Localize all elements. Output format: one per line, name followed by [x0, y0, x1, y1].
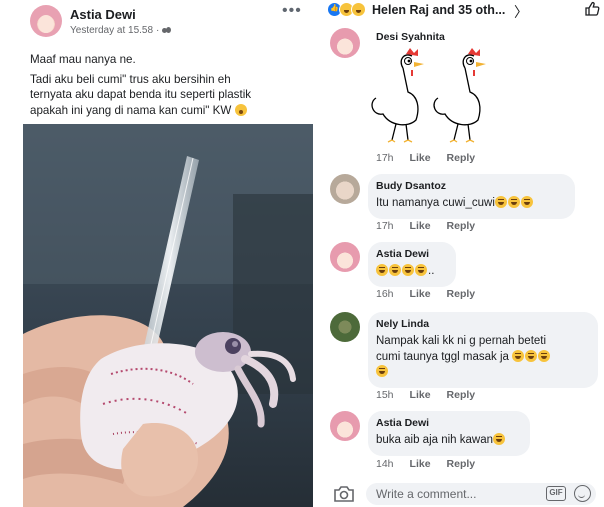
- wow-reaction-icon: [351, 2, 366, 17]
- post-timestamp[interactable]: Yesterday at 15.58: [70, 25, 153, 36]
- laughing-emoji-icon: [376, 365, 388, 377]
- comment-text-line: Nampak kali kk ni g pernah beteti: [376, 335, 547, 347]
- comment-text-content: buka aib aja nih kawan: [376, 434, 493, 446]
- reply-button[interactable]: Reply: [447, 389, 476, 401]
- post-text-line: Maaf mau nanya ne.: [30, 53, 136, 66]
- reactions-summary[interactable]: Helen Raj and 35 oth...: [372, 3, 505, 17]
- laughing-emoji-icon: [525, 349, 538, 362]
- comment-item: Budy Dsantoz Itu namanya cuwi_cuwi 17h L…: [318, 174, 604, 234]
- comment-text-content: ..: [428, 265, 435, 277]
- post-text-line: Tadi aku beli cumi" trus aku bersihin eh: [30, 72, 231, 86]
- comments-panel: Helen Raj and 35 oth... 〉 Desi Syahnita: [318, 0, 604, 507]
- comment-text-line: [376, 365, 588, 381]
- reply-button[interactable]: Reply: [447, 152, 476, 164]
- comment-input-placeholder: Write a comment...: [376, 487, 477, 501]
- laughing-emoji-icon: [494, 196, 507, 208]
- more-options-button[interactable]: •••: [282, 2, 302, 20]
- comment-actions: 17h Like Reply: [376, 152, 475, 164]
- commenter-name[interactable]: Desi Syahnita: [376, 31, 445, 43]
- post-text-line: apakah ini yang di nama kan cumi" KW: [30, 103, 315, 119]
- laughing-emoji-icon: [415, 264, 427, 276]
- post-photo[interactable]: [23, 124, 313, 507]
- like-outline-icon[interactable]: [584, 1, 600, 17]
- commenter-name[interactable]: Astia Dewi: [376, 417, 520, 429]
- laughing-emoji-icon: [389, 264, 401, 276]
- reply-button[interactable]: Reply: [447, 458, 476, 470]
- like-button[interactable]: Like: [410, 152, 431, 164]
- gif-icon[interactable]: GIF: [546, 486, 566, 501]
- reaction-icons: [327, 2, 366, 17]
- post-text: Maaf mau nanya ne. Tadi aku beli cumi" t…: [30, 52, 315, 118]
- comment-time[interactable]: 17h: [376, 152, 394, 164]
- commenter-avatar[interactable]: [330, 411, 360, 441]
- laughing-emoji-icon: [376, 264, 388, 276]
- comment-item: Astia Dewi buka aib aja nih kawan 14h Li…: [318, 411, 604, 471]
- comment-bubble: Budy Dsantoz Itu namanya cuwi_cuwi: [368, 174, 575, 219]
- meta-separator: ·: [156, 25, 160, 36]
- author-avatar[interactable]: [30, 5, 62, 37]
- laughing-emoji-icon: [538, 349, 551, 362]
- laughing-emoji-icon: [520, 196, 533, 208]
- post: Astia Dewi Yesterday at 15.58 · ••• Maaf…: [0, 0, 318, 507]
- like-button[interactable]: Like: [410, 288, 431, 300]
- laughing-emoji-icon: [512, 349, 525, 362]
- comment-time[interactable]: 14h: [376, 458, 394, 470]
- comment-actions: 17h Like Reply: [376, 220, 475, 232]
- like-button[interactable]: Like: [410, 389, 431, 401]
- commenter-avatar[interactable]: [330, 312, 360, 342]
- comment-actions: 14h Like Reply: [376, 458, 475, 470]
- post-text-line-content: apakah ini yang di nama kan cumi" KW: [30, 103, 232, 117]
- like-button[interactable]: Like: [410, 220, 431, 232]
- commenter-name[interactable]: Budy Dsantoz: [376, 180, 565, 192]
- friends-icon: [162, 27, 172, 34]
- comment-time[interactable]: 17h: [376, 220, 394, 232]
- commenter-name[interactable]: Nely Linda: [376, 318, 588, 330]
- chevron-right-icon[interactable]: 〉: [514, 2, 528, 22]
- comment-actions: 15h Like Reply: [376, 389, 475, 401]
- comment-item: Astia Dewi .. 16h Like Reply: [318, 242, 604, 302]
- worried-face-icon: [234, 103, 247, 116]
- commenter-name[interactable]: Astia Dewi: [376, 248, 446, 260]
- comment-item: Nely Linda Nampak kali kk ni g pernah be…: [318, 312, 604, 402]
- reply-button[interactable]: Reply: [447, 220, 476, 232]
- post-meta: Yesterday at 15.58 ·: [70, 25, 172, 36]
- commenter-avatar[interactable]: [330, 174, 360, 204]
- comment-text-content: Itu namanya cuwi_cuwi: [376, 197, 495, 209]
- laughing-emoji-icon: [507, 196, 520, 208]
- laughing-emoji-icon: [493, 433, 505, 445]
- comment-actions: 16h Like Reply: [376, 288, 475, 300]
- emoji-picker-icon[interactable]: [574, 485, 591, 502]
- chicken-sticker: [371, 48, 486, 143]
- comment-text: ..: [376, 264, 446, 280]
- comment-text-line: cumi taunya tggl masak ja: [376, 349, 588, 366]
- reply-button[interactable]: Reply: [447, 288, 476, 300]
- comment-text: buka aib aja nih kawan: [376, 433, 520, 449]
- post-author-name[interactable]: Astia Dewi: [70, 7, 136, 22]
- camera-icon[interactable]: [333, 485, 355, 503]
- comment-text: Itu namanya cuwi_cuwi: [376, 196, 565, 212]
- comment-time[interactable]: 16h: [376, 288, 394, 300]
- squid-photo-illustration: [23, 124, 313, 507]
- comment-bubble: Astia Dewi buka aib aja nih kawan: [368, 411, 530, 456]
- laughing-emoji-icon: [402, 264, 414, 276]
- comment-time[interactable]: 15h: [376, 389, 394, 401]
- comment-bubble: Astia Dewi ..: [368, 242, 456, 287]
- comment-text-content: cumi taunya tggl masak ja: [376, 350, 509, 363]
- comment-item: Desi Syahnita 17h Like Reply: [318, 28, 604, 168]
- post-text-line: ternyata aku dapat benda itu seperti pla…: [30, 88, 252, 101]
- commenter-avatar[interactable]: [330, 28, 360, 58]
- comment-composer: Write a comment... GIF: [318, 480, 604, 507]
- commenter-avatar[interactable]: [330, 242, 360, 272]
- comment-bubble: Nely Linda Nampak kali kk ni g pernah be…: [368, 312, 598, 388]
- comment-input[interactable]: Write a comment... GIF: [366, 483, 596, 505]
- reactions-bar[interactable]: Helen Raj and 35 oth... 〉: [318, 0, 604, 22]
- like-button[interactable]: Like: [410, 458, 431, 470]
